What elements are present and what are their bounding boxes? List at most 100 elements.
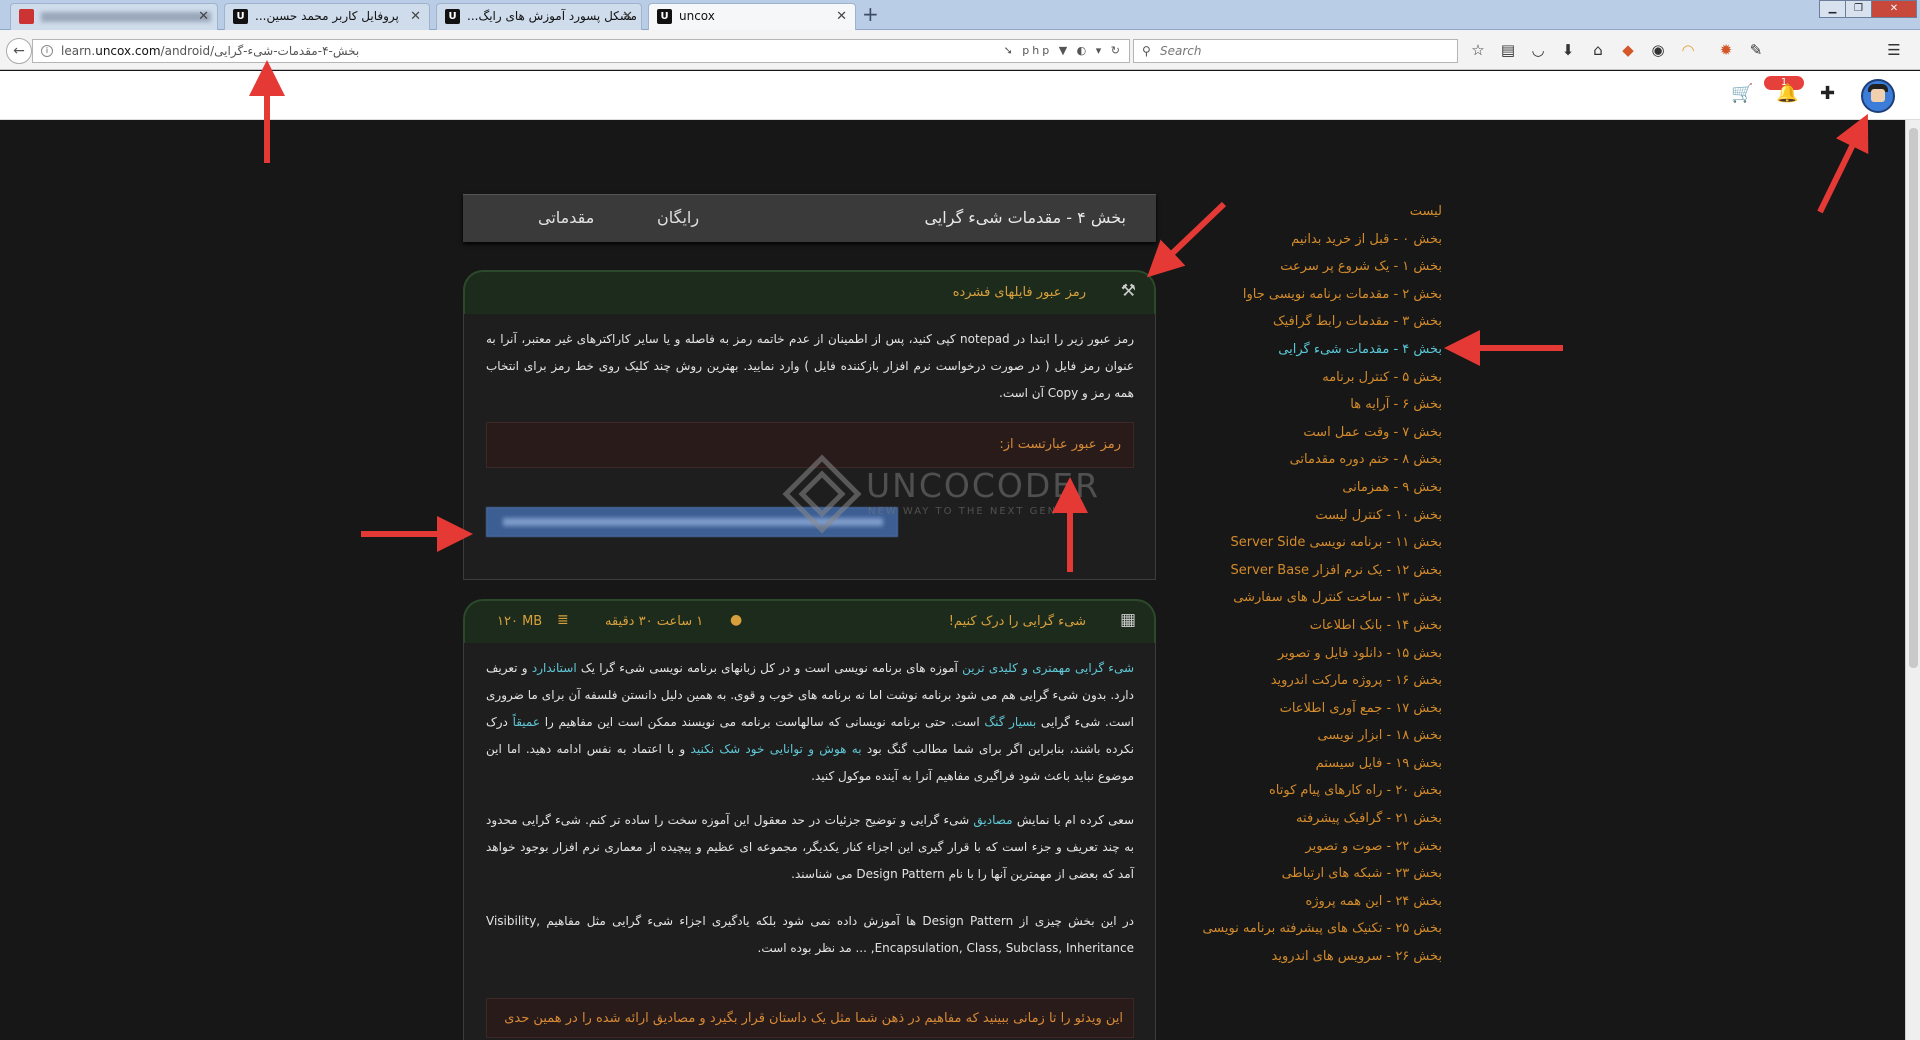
sidebar-item-15[interactable]: بخش ۱۵ - دانلود فایل و تصویر <box>1160 640 1442 668</box>
sidebar-item-4[interactable]: بخش ۴ - مقدمات شیء گرایی <box>1160 336 1442 364</box>
sidebar-heading: لیست <box>1409 204 1442 219</box>
site-info-icon[interactable]: i <box>41 45 53 57</box>
close-tab-icon[interactable]: ✕ <box>836 4 847 29</box>
tools-icon[interactable]: ✎ <box>1745 39 1767 61</box>
minimize-window-button[interactable]: ▁ <box>1819 0 1846 18</box>
tab-blurred[interactable]: ✕ <box>10 3 218 30</box>
sidebar-item-14[interactable]: بخش ۱۴ - بانک اطلاعات <box>1160 612 1442 640</box>
sidebar-item-6[interactable]: بخش ۶ - آرایه ها <box>1160 391 1442 419</box>
sidebar-item-17[interactable]: بخش ۱۷ - جمع آوری اطلاعات <box>1160 695 1442 723</box>
watermark-subtext: NEW WAY TO THE NEXT GEN <box>868 506 1058 517</box>
blurred-tab-title <box>41 11 211 22</box>
sidebar-item-5[interactable]: بخش ۵ - کنترل برنامه <box>1160 364 1442 392</box>
tab-label: ...مشکل پسورد آموزش های رایگ <box>467 9 637 23</box>
uncox-favicon: U <box>233 9 248 24</box>
close-window-button[interactable]: ✕ <box>1871 0 1917 18</box>
database-icon: ≣ <box>557 612 569 628</box>
lesson-panel-header: ▦ شیء گرایی را درک کنیم! ● ۱ ساعت ۳۰ دقی… <box>463 599 1156 643</box>
tab-uncox[interactable]: U uncox ✕ <box>648 3 856 30</box>
password-panel-title: رمز عبور فایلهای فشرده <box>952 285 1086 300</box>
rainbow-icon[interactable]: ◠ <box>1677 39 1699 61</box>
sidebar-item-11[interactable]: بخش ۱۱ - برنامه نویسی Server Side <box>1160 529 1443 557</box>
sidebar-item-8[interactable]: بخش ۸ - ختم دوره مقدماتی <box>1160 446 1442 474</box>
addon-icon[interactable]: ◆ <box>1617 39 1639 61</box>
close-tab-icon[interactable]: ✕ <box>410 4 421 29</box>
close-tab-icon[interactable]: ✕ <box>198 4 209 29</box>
cart-icon[interactable]: 🛒 <box>1731 83 1753 104</box>
lesson-paragraph-2: سعی کرده ام با نمایش مصادیق شیء گرایی و … <box>486 813 1134 881</box>
firebug-icon[interactable]: ✹ <box>1715 39 1737 61</box>
sidebar-item-23[interactable]: بخش ۲۳ - شبکه های ارتباطی <box>1160 860 1442 888</box>
lesson-alert-box: این ویدئو را تا زمانی ببینید که مفاهیم د… <box>486 998 1134 1038</box>
search-icon: ⚲ <box>1142 44 1151 58</box>
bell-icon[interactable]: 🔔 <box>1776 83 1798 104</box>
sidebar-item-18[interactable]: بخش ۱۸ - ابزار نویسی <box>1160 722 1442 750</box>
sidebar-item-1[interactable]: بخش ۱ - یک شروع پر سرعت <box>1160 253 1442 281</box>
sidebar-item-26[interactable]: بخش ۲۶ - سرویس های اندروید <box>1160 943 1443 971</box>
sidebar-item-9[interactable]: بخش ۹ - همزمانی <box>1160 474 1442 502</box>
search-bar[interactable]: ⚲ Search <box>1133 39 1458 63</box>
bookmark-star-icon[interactable]: ☆ <box>1467 39 1489 61</box>
chat-icon[interactable]: ◉ <box>1647 39 1669 61</box>
sidebar-item-12[interactable]: بخش ۱۲ - یک نرم افزار Server Base <box>1160 557 1442 585</box>
maximize-window-button[interactable]: ❐ <box>1845 0 1872 18</box>
uncocoder-logo-icon <box>782 454 862 534</box>
sidebar-item-16[interactable]: بخش ۱۶ - پروژه مارکت اندروید <box>1160 667 1442 695</box>
url-domain: uncox.com <box>95 44 161 58</box>
watermark-text: UNCOCODER <box>866 466 1101 505</box>
sidebar-item-21[interactable]: بخش ۲۱ - گرافیک پیشرفته <box>1160 805 1442 833</box>
sidebar-item-10[interactable]: بخش ۱۰ - کنترل لیست <box>1160 502 1442 530</box>
pocket-icon[interactable]: ◡ <box>1527 39 1549 61</box>
lesson-panel-title: شیء گرایی را درک کنیم! <box>948 614 1086 629</box>
scrollbar-thumb[interactable] <box>1909 128 1918 668</box>
free-label: رایگان <box>657 208 700 227</box>
sidebar-item-0[interactable]: بخش ۰ - قبل از خرید بدانیم <box>1160 226 1442 254</box>
sidebar-item-22[interactable]: بخش ۲۲ - صوت و تصویر <box>1160 833 1442 861</box>
address-bar[interactable]: i learn.uncox.com/android/بخش-۴-مقدمات-ش… <box>32 39 1130 63</box>
tab-password[interactable]: U ...مشکل پسورد آموزش های رایگ ✕ <box>436 3 642 30</box>
site-header: 🛒 1 🔔 ✚ <box>0 71 1920 120</box>
address-bar-addon-icons[interactable]: ➘ php ▼ ◐ ▾ ↻ <box>1004 40 1123 62</box>
lesson-paragraph-1: شیء گرایی مهمتری و کلیدی ترین آموزه های … <box>486 661 1135 783</box>
puzzle-icon[interactable]: ✚ <box>1820 83 1835 104</box>
film-icon: ▦ <box>1119 610 1136 630</box>
tab-label: ...پروفایل کاربر محمد حسین <box>255 9 399 23</box>
url-prefix: learn. <box>61 44 96 58</box>
browser-tab-bar: ✕ U ...پروفایل کاربر محمد حسین ✕ U ...مش… <box>0 0 1920 30</box>
search-placeholder: Search <box>1160 44 1202 58</box>
home-icon[interactable]: ⌂ <box>1587 39 1609 61</box>
sidebar-item-24[interactable]: بخش ۲۴ - این همه پروژه <box>1160 888 1442 916</box>
lesson-size: ۱۲۰ MB <box>497 614 543 629</box>
sidebar-item-13[interactable]: بخش ۱۳ - ساخت کنترل های سفارشی <box>1160 584 1442 612</box>
page-scrollbar[interactable] <box>1905 120 1920 1040</box>
lesson-paragraph-3: در این بخش چیزی از Design Pattern ها آمو… <box>486 914 1134 955</box>
sidebar-item-7[interactable]: بخش ۷ - وقت عمل است <box>1160 419 1442 447</box>
uncox-favicon: U <box>657 9 672 24</box>
menu-icon[interactable]: ☰ <box>1883 39 1905 61</box>
new-tab-button[interactable]: + <box>862 2 879 26</box>
sidebar-item-25[interactable]: بخش ۲۵ - تکنیک های پیشرفته برنامه نویسی <box>1160 915 1442 943</box>
password-instructions: رمز عبور زیر را ابتدا در notepad کپی کنی… <box>486 332 1134 400</box>
sidebar-item-20[interactable]: بخش ۲۰ - راه کارهای پیام کوتاه <box>1160 777 1442 805</box>
back-button[interactable]: ← <box>6 38 32 64</box>
lesson-panel: شیء گرایی مهمتری و کلیدی ترین آموزه های … <box>463 643 1156 1040</box>
course-sidebar: لیست بخش ۰ - قبل از خرید بدانیم بخش ۱ - ی… <box>1160 198 1442 971</box>
lesson-duration: ۱ ساعت ۳۰ دقیقه <box>605 614 704 629</box>
password-panel: رمز عبور زیر را ابتدا در notepad کپی کنی… <box>463 314 1156 580</box>
sidebar-item-3[interactable]: بخش ۳ - مقدمات رابط گرافیک <box>1160 308 1442 336</box>
tab-profile[interactable]: U ...پروفایل کاربر محمد حسین ✕ <box>224 3 430 30</box>
uncox-favicon: U <box>445 9 460 24</box>
page-body: لیست بخش ۰ - قبل از خرید بدانیم بخش ۱ - ی… <box>0 120 1920 1040</box>
tab-label: uncox <box>679 9 715 23</box>
reading-list-icon[interactable]: ▤ <box>1497 39 1519 61</box>
level-label: مقدماتی <box>538 208 595 227</box>
browser-nav-bar: ← i learn.uncox.com/android/بخش-۴-مقدمات… <box>0 30 1920 70</box>
gavel-icon: ⚒ <box>1120 281 1136 301</box>
page-title: بخش ۴ - مقدمات شیء گرایی <box>924 208 1127 227</box>
avatar[interactable] <box>1861 79 1895 113</box>
downloads-icon[interactable]: ⬇ <box>1557 39 1579 61</box>
password-panel-header: ⚒ رمز عبور فایلهای فشرده <box>463 270 1156 314</box>
close-tab-icon[interactable]: ✕ <box>622 4 633 29</box>
sidebar-item-2[interactable]: بخش ۲ - مقدمات برنامه نویسی جاوا <box>1160 281 1442 309</box>
sidebar-item-19[interactable]: بخش ۱۹ - فایل سیستم <box>1160 750 1442 778</box>
